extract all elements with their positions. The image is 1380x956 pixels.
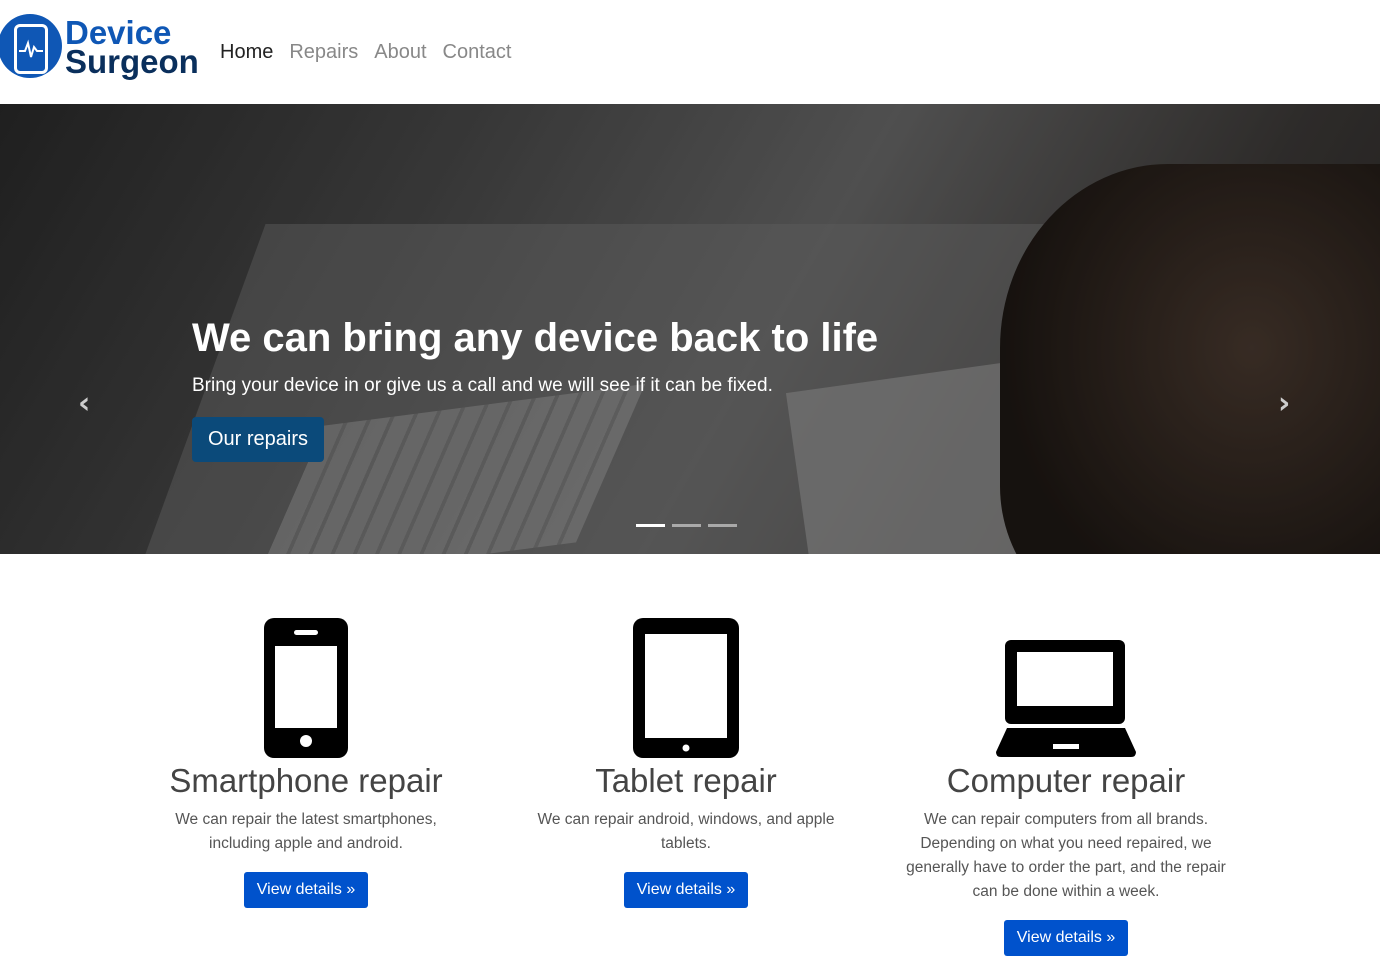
tablet-icon	[496, 618, 876, 758]
hero-caption: We can bring any device back to life Bri…	[192, 316, 878, 462]
service-text: We can repair android, windows, and appl…	[537, 811, 835, 852]
service-title: Tablet repair	[595, 762, 777, 799]
our-repairs-button[interactable]: Our repairs	[192, 417, 325, 462]
carousel-indicator[interactable]	[672, 524, 701, 527]
nav-about[interactable]: About	[374, 41, 426, 64]
service-smartphone: Smartphone repair We can repair the late…	[116, 554, 496, 908]
service-title: Computer repair	[946, 762, 1186, 799]
view-details-button[interactable]: View details »	[1003, 920, 1129, 956]
service-computer: Computer repair We can repair computers …	[876, 554, 1256, 956]
hero-carousel: ‹ › We can bring any device back to life…	[0, 104, 1380, 554]
carousel-next-icon[interactable]: ›	[1278, 386, 1290, 421]
nav-home[interactable]: Home	[220, 41, 273, 64]
nav-contact[interactable]: Contact	[443, 41, 512, 64]
carousel-prev-icon[interactable]: ‹	[78, 386, 90, 421]
hero-title: We can bring any device back to life	[192, 316, 879, 360]
service-title: Smartphone repair	[169, 762, 443, 799]
smartphone-icon	[116, 618, 496, 758]
carousel-indicator[interactable]	[636, 524, 665, 527]
service-text: We can repair computers from all brands.…	[906, 811, 1226, 900]
hero-subtitle: Bring your device in or give us a call a…	[192, 375, 773, 396]
service-tablet: Tablet repair We can repair android, win…	[496, 554, 876, 908]
laptop-icon	[876, 618, 1256, 758]
carousel-indicator[interactable]	[708, 524, 737, 527]
nav-repairs[interactable]: Repairs	[289, 41, 358, 64]
service-text: We can repair the latest smartphones, in…	[175, 811, 437, 852]
logo-phone-heartbeat-icon	[14, 24, 48, 74]
brand-line2: Surgeon	[65, 43, 199, 80]
navbar: Device Surgeon Home Repairs About Contact	[0, 0, 1380, 104]
brand-logo[interactable]: Device Surgeon	[0, 0, 200, 104]
nav-links: Home Repairs About Contact	[220, 41, 511, 64]
view-details-button[interactable]: View details »	[623, 872, 749, 908]
carousel-indicators	[636, 524, 737, 527]
view-details-button[interactable]: View details »	[243, 872, 369, 908]
brand-name: Device Surgeon	[65, 16, 199, 80]
